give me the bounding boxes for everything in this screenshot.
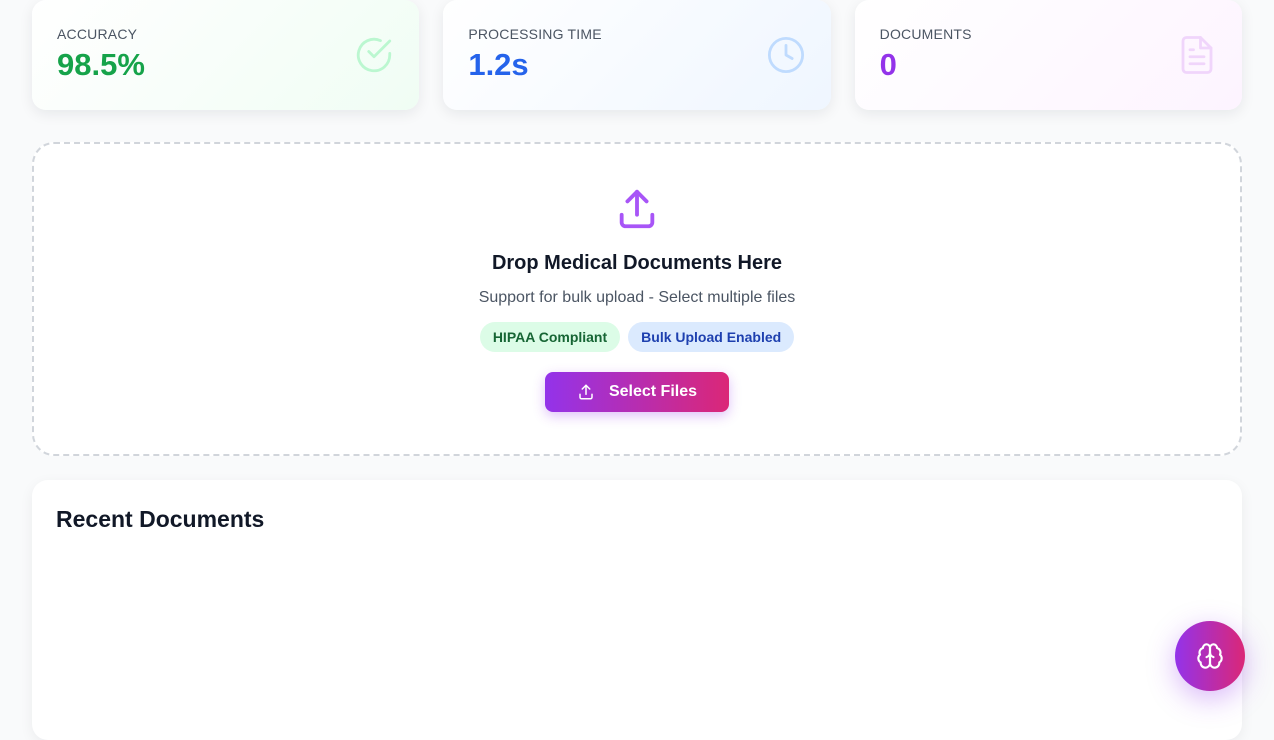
dropzone-title: Drop Medical Documents Here bbox=[491, 252, 783, 274]
dropzone-subtitle: Support for bulk upload - Select multipl… bbox=[478, 289, 796, 306]
processing-time-value: 1.2s bbox=[468, 47, 529, 82]
hipaa-badge: HIPAA Compliant bbox=[479, 322, 621, 352]
document-icon bbox=[1181, 36, 1213, 74]
accuracy-label: ACCURACY bbox=[57, 26, 138, 42]
select-files-label: Select Files bbox=[608, 383, 698, 400]
accuracy-value: 98.5% bbox=[57, 47, 145, 82]
bulk-upload-badge: Bulk Upload Enabled bbox=[628, 322, 795, 352]
processing-time-card: PROCESSING TIME 1.2s bbox=[443, 0, 831, 110]
documents-card: DOCUMENTS 0 bbox=[854, 0, 1242, 110]
ai-assistant-button[interactable] bbox=[1175, 621, 1245, 691]
clock-icon bbox=[767, 36, 804, 74]
upload-small-icon bbox=[579, 384, 593, 400]
accuracy-card: ACCURACY 98.5% bbox=[32, 0, 420, 110]
recent-documents-panel: Recent Documents bbox=[32, 480, 1242, 740]
check-circle-icon bbox=[357, 37, 392, 73]
brain-icon bbox=[1197, 643, 1223, 669]
upload-icon bbox=[619, 189, 655, 229]
processing-time-label: PROCESSING TIME bbox=[468, 26, 602, 42]
dropzone-badges: HIPAA Compliant Bulk Upload Enabled bbox=[479, 322, 795, 352]
recent-documents-title: Recent Documents bbox=[56, 506, 265, 532]
documents-label: DOCUMENTS bbox=[879, 26, 972, 42]
select-files-button[interactable]: Select Files bbox=[545, 372, 729, 412]
stats-row: ACCURACY 98.5% PROCESSING TIME 1.2s DOCU… bbox=[32, 0, 1242, 110]
documents-value: 0 bbox=[879, 47, 897, 82]
upload-dropzone[interactable]: Drop Medical Documents Here Support for … bbox=[32, 142, 1242, 456]
